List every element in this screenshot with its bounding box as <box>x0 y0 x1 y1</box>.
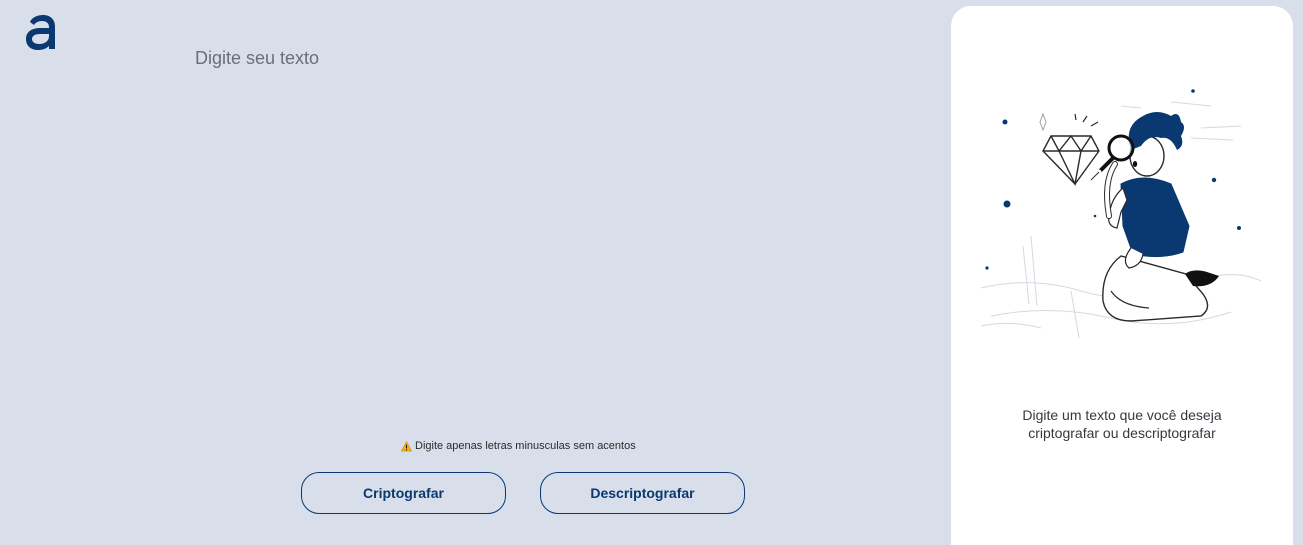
output-panel: Digite um texto que você deseja criptogr… <box>951 6 1293 545</box>
warning-message: Digite apenas letras minusculas sem acen… <box>401 440 636 452</box>
alura-logo-icon <box>26 15 55 50</box>
warning-text: Digite apenas letras minusculas sem acen… <box>415 440 636 452</box>
decrypt-button[interactable]: Descriptografar <box>540 472 745 514</box>
person-with-magnifying-glass-illustration <box>980 89 1262 339</box>
warning-icon <box>401 440 412 451</box>
empty-state-line-1: Digite um texto que você deseja <box>1022 407 1222 423</box>
page: Digite apenas letras minusculas sem acen… <box>0 0 1303 545</box>
empty-state-message: Digite um texto que você deseja criptogr… <box>951 406 1293 442</box>
encrypt-button[interactable]: Criptografar <box>301 472 506 514</box>
text-input[interactable] <box>195 40 895 428</box>
empty-state-line-2: criptografar ou descriptografar <box>1028 425 1216 441</box>
